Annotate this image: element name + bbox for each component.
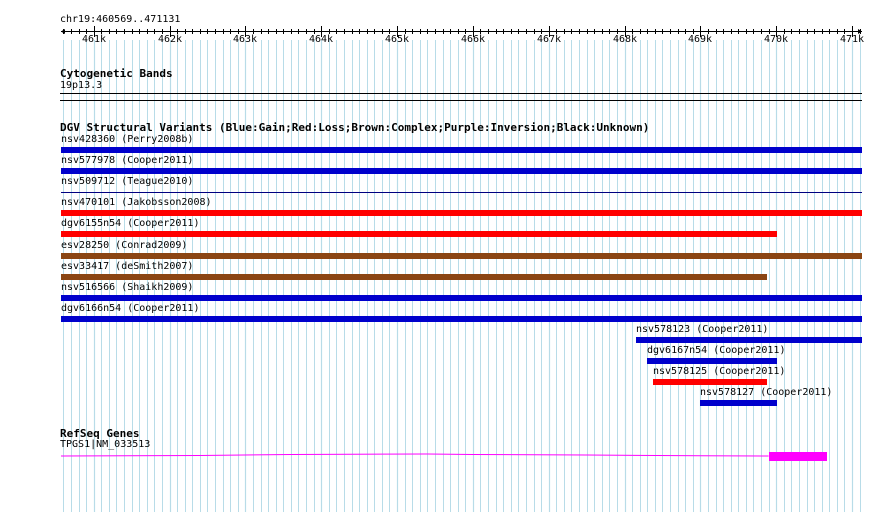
variant-bar[interactable] [61, 316, 862, 322]
ruler-tick-label: 465k [384, 34, 410, 45]
cytoband-line-bottom [60, 100, 862, 101]
variant-bar[interactable] [700, 400, 777, 406]
ruler-tick-label: 462k [157, 34, 183, 45]
gene-intron-line [60, 453, 769, 457]
dgv-track-title: DGV Structural Variants (Blue:Gain;Red:L… [60, 121, 650, 134]
ruler-tick-label: 461k [81, 34, 107, 45]
variant-label[interactable]: nsv578127 (Cooper2011) [700, 387, 832, 399]
ruler-tick-label: 467k [536, 34, 562, 45]
variant-label[interactable]: nsv578123 (Cooper2011) [636, 324, 768, 336]
variant-bar[interactable] [636, 337, 862, 343]
refseq-gene-glyph [60, 452, 827, 461]
variant-label[interactable]: nsv428360 (Perry2008b) [61, 134, 193, 146]
variant-label[interactable]: nsv577978 (Cooper2011) [61, 155, 193, 167]
variant-bar[interactable] [647, 358, 777, 364]
cytoband-track-title: Cytogenetic Bands [60, 67, 173, 80]
ruler-tick-label: 463k [232, 34, 258, 45]
variant-label[interactable]: nsv470101 (Jakobsson2008) [61, 197, 212, 209]
ruler-axis [61, 26, 862, 37]
cytoband-line-top [60, 93, 862, 94]
ruler-tick-label: 470k [763, 34, 789, 45]
variant-label[interactable]: esv28250 (Conrad2009) [61, 240, 187, 252]
variant-bar[interactable] [61, 231, 777, 237]
variant-bar[interactable] [61, 210, 862, 216]
variant-bar[interactable] [61, 274, 767, 280]
variant-label[interactable]: nsv516566 (Shaikh2009) [61, 282, 193, 294]
variant-label[interactable]: dgv6167n54 (Cooper2011) [647, 345, 785, 357]
variant-bar[interactable] [61, 295, 862, 301]
ruler-tick-label: 469k [687, 34, 713, 45]
ruler-tick-label: 466k [460, 34, 486, 45]
ruler-tick-label: 464k [308, 34, 334, 45]
ruler-tick-label: 468k [612, 34, 638, 45]
variant-label[interactable]: nsv578125 (Cooper2011) [653, 366, 785, 378]
variant-label[interactable]: dgv6166n54 (Cooper2011) [61, 303, 199, 315]
genome-browser-panel: chr19:460569..471131 461k 462k 463k 464k 465… [0, 0, 890, 512]
variant-label[interactable]: dgv6155n54 (Cooper2011) [61, 218, 199, 230]
variant-label[interactable]: esv33417 (deSmith2007) [61, 261, 193, 273]
ruler-tick-label: 471k [839, 34, 865, 45]
variant-bar[interactable] [61, 147, 862, 153]
variant-bar[interactable] [61, 192, 862, 193]
variant-bar[interactable] [61, 253, 862, 259]
variant-bar[interactable] [61, 168, 862, 174]
variant-bar[interactable] [653, 379, 767, 385]
variant-label[interactable]: nsv509712 (Teague2010) [61, 176, 193, 188]
gene-exon-block[interactable] [769, 452, 827, 461]
cytoband-label: 19p13.3 [60, 80, 103, 91]
